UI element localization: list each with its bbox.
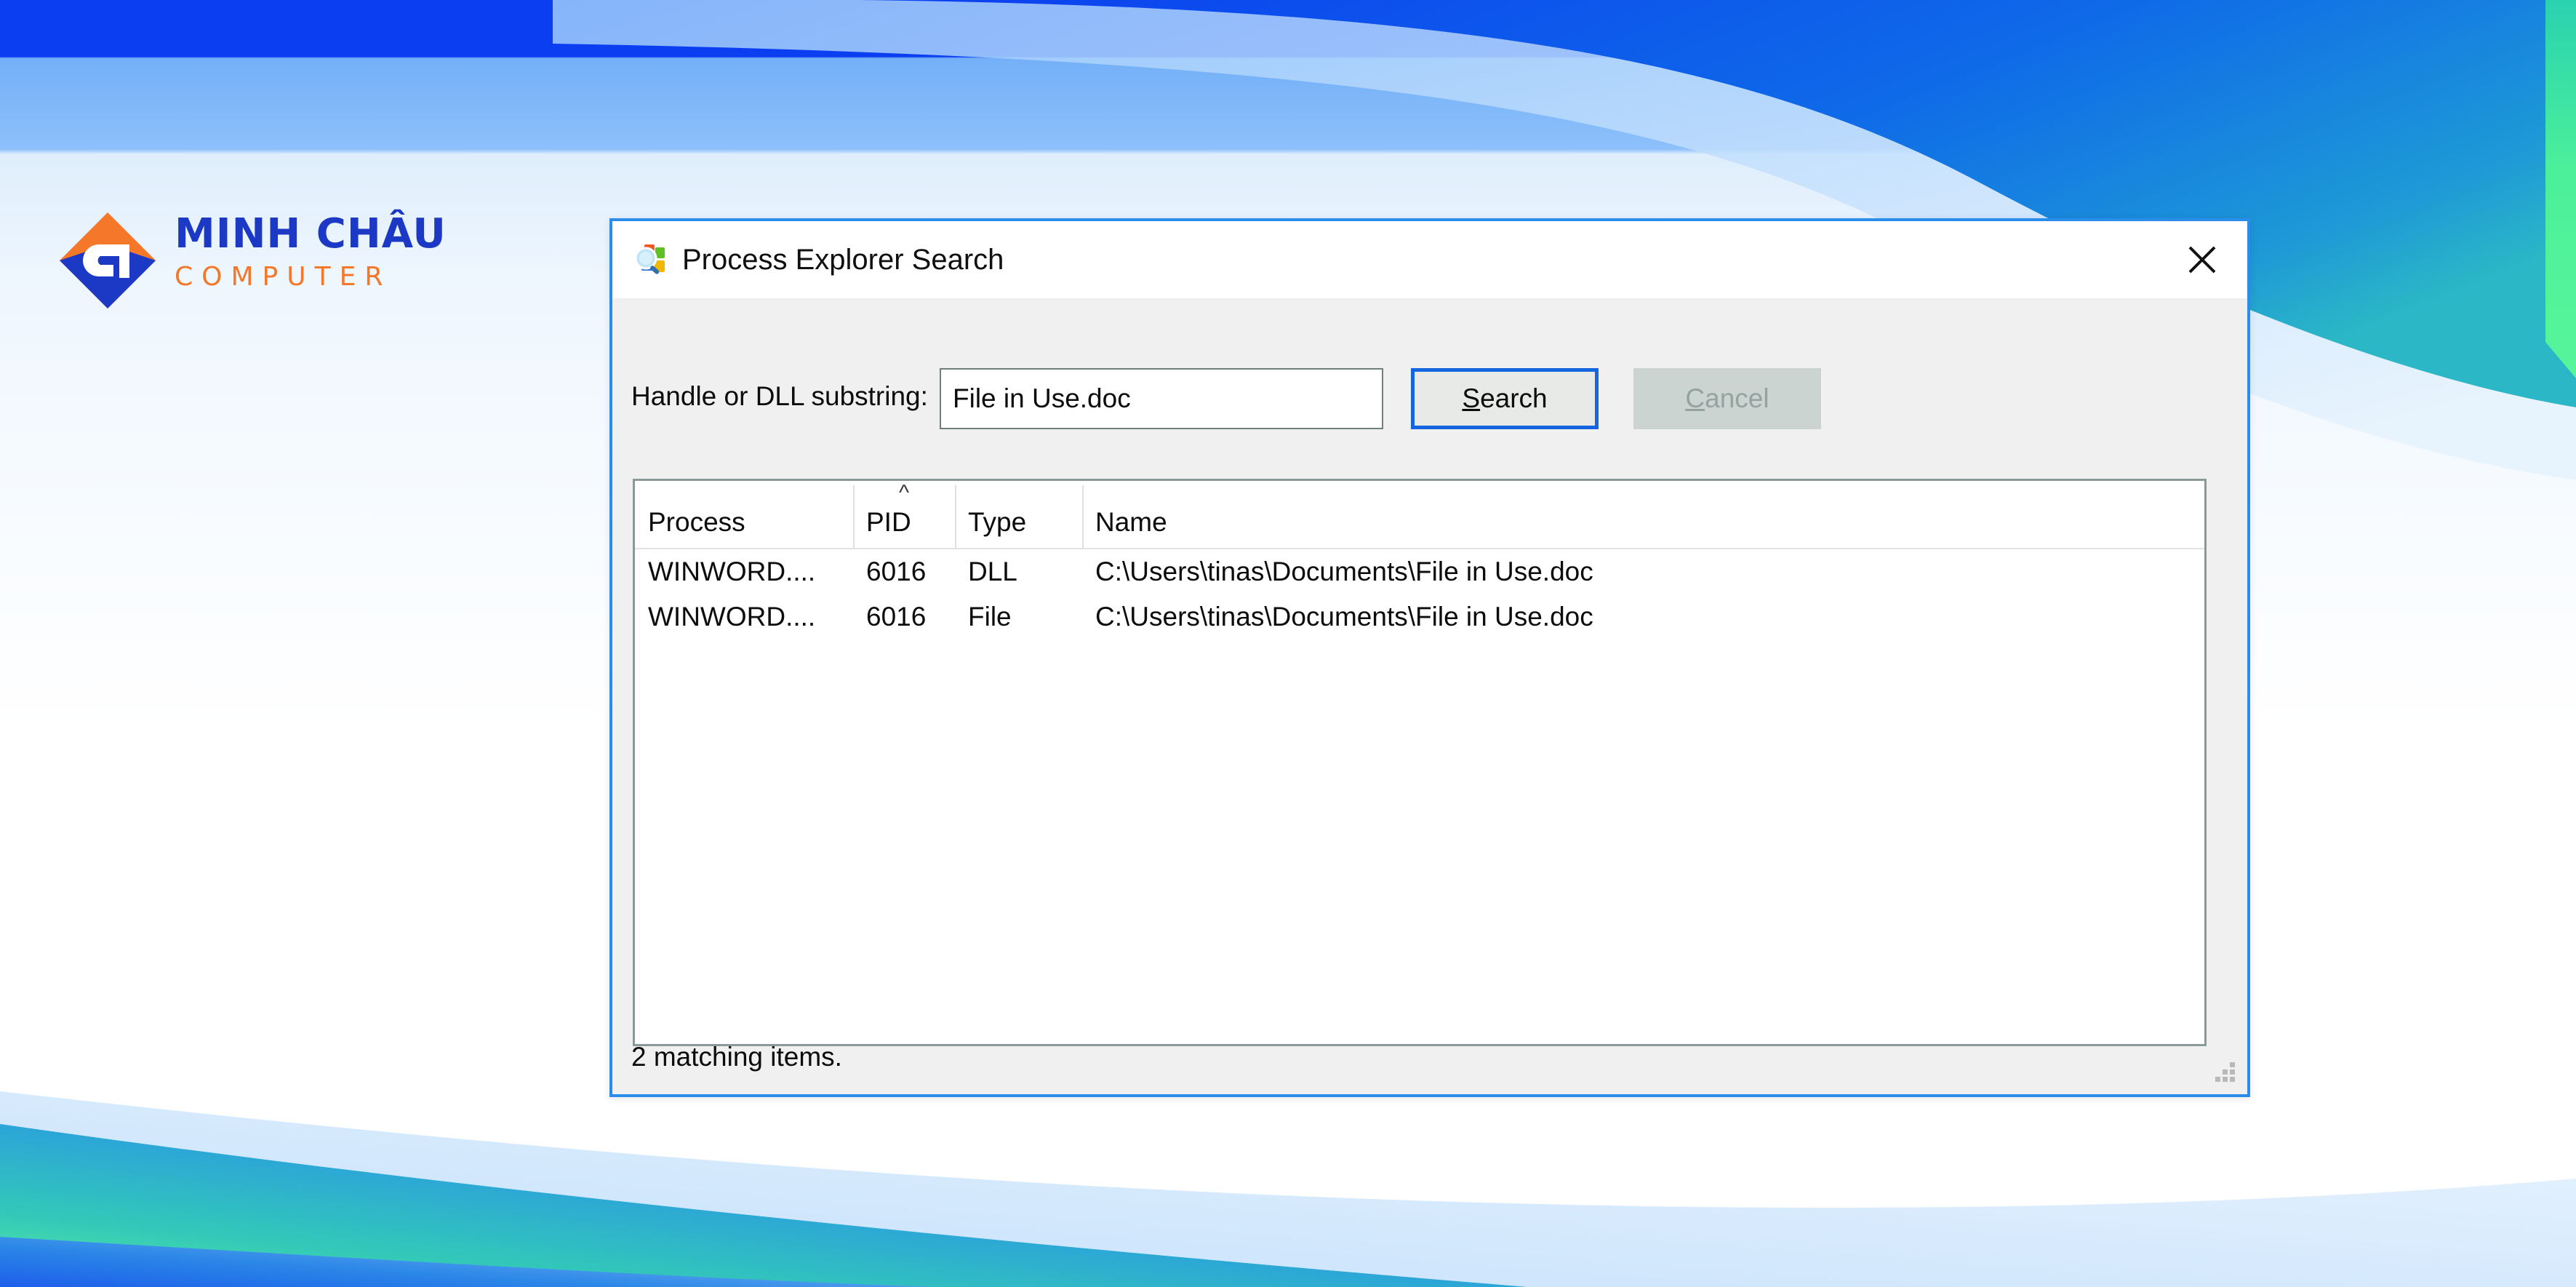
search-button[interactable]: Search (1411, 368, 1599, 429)
screenshot-root: MINH CHÂU COMPUTER Process Explorer Sear… (0, 0, 2576, 1287)
search-button-accel: S (1462, 383, 1481, 413)
dialog-titlebar[interactable]: Process Explorer Search (612, 221, 2247, 298)
company-logo: MINH CHÂU COMPUTER (57, 210, 493, 315)
cell-pid: 6016 (866, 557, 927, 586)
close-button[interactable] (2157, 221, 2247, 298)
cell-pid: 6016 (866, 602, 927, 631)
column-header-pid[interactable]: ^ PID (853, 481, 955, 548)
cell-type: File (968, 602, 1012, 631)
column-header-type-label: Type (968, 507, 1027, 537)
search-button-label: earch (1480, 383, 1548, 413)
cell-type: DLL (968, 557, 1017, 586)
column-header-name-label: Name (1095, 507, 1167, 537)
process-explorer-icon (634, 244, 665, 274)
cell-process: WINWORD.... (648, 602, 816, 631)
cancel-button-accel: C (1685, 383, 1705, 413)
table-row[interactable]: WINWORD.... 6016 DLL C:\Users\tinas\Docu… (635, 549, 2204, 594)
logo-text-primary: MINH CHÂU (175, 210, 447, 258)
column-header-pid-label: PID (866, 507, 911, 537)
cancel-button-label: ancel (1705, 383, 1769, 413)
diamond-logo-icon (60, 212, 156, 308)
resize-grip-icon[interactable] (2212, 1061, 2237, 1085)
process-explorer-search-dialog: Process Explorer Search Handle or DLL su… (609, 218, 2250, 1097)
column-header-process-label: Process (648, 507, 745, 537)
column-header-name[interactable]: Name (1082, 481, 2204, 548)
search-row: Handle or DLL substring: File in Use.doc… (612, 368, 2247, 431)
logo-text-secondary: COMPUTER (175, 262, 392, 292)
dialog-title: Process Explorer Search (682, 243, 1004, 276)
table-row[interactable]: WINWORD.... 6016 File C:\Users\tinas\Doc… (635, 594, 2204, 639)
column-header-type[interactable]: Type (955, 481, 1082, 548)
search-field-label: Handle or DLL substring: (631, 381, 928, 411)
dialog-body: Handle or DLL substring: File in Use.doc… (612, 298, 2247, 1094)
results-listview[interactable]: Process ^ PID Type Name WINWORD.... 6016… (633, 479, 2207, 1046)
column-header-process[interactable]: Process (635, 481, 853, 548)
sort-caret-pid: ^ (898, 481, 910, 505)
results-header-row: Process ^ PID Type Name (635, 481, 2204, 549)
cell-name: C:\Users\tinas\Documents\File in Use.doc (1095, 602, 1593, 631)
cell-process: WINWORD.... (648, 557, 816, 586)
status-text: 2 matching items. (631, 1042, 842, 1072)
search-input[interactable]: File in Use.doc (940, 368, 1383, 429)
cancel-button[interactable]: Cancel (1633, 368, 1821, 429)
statusbar: 2 matching items. (612, 1029, 2247, 1094)
close-icon (2188, 246, 2216, 274)
cell-name: C:\Users\tinas\Documents\File in Use.doc (1095, 557, 1593, 586)
